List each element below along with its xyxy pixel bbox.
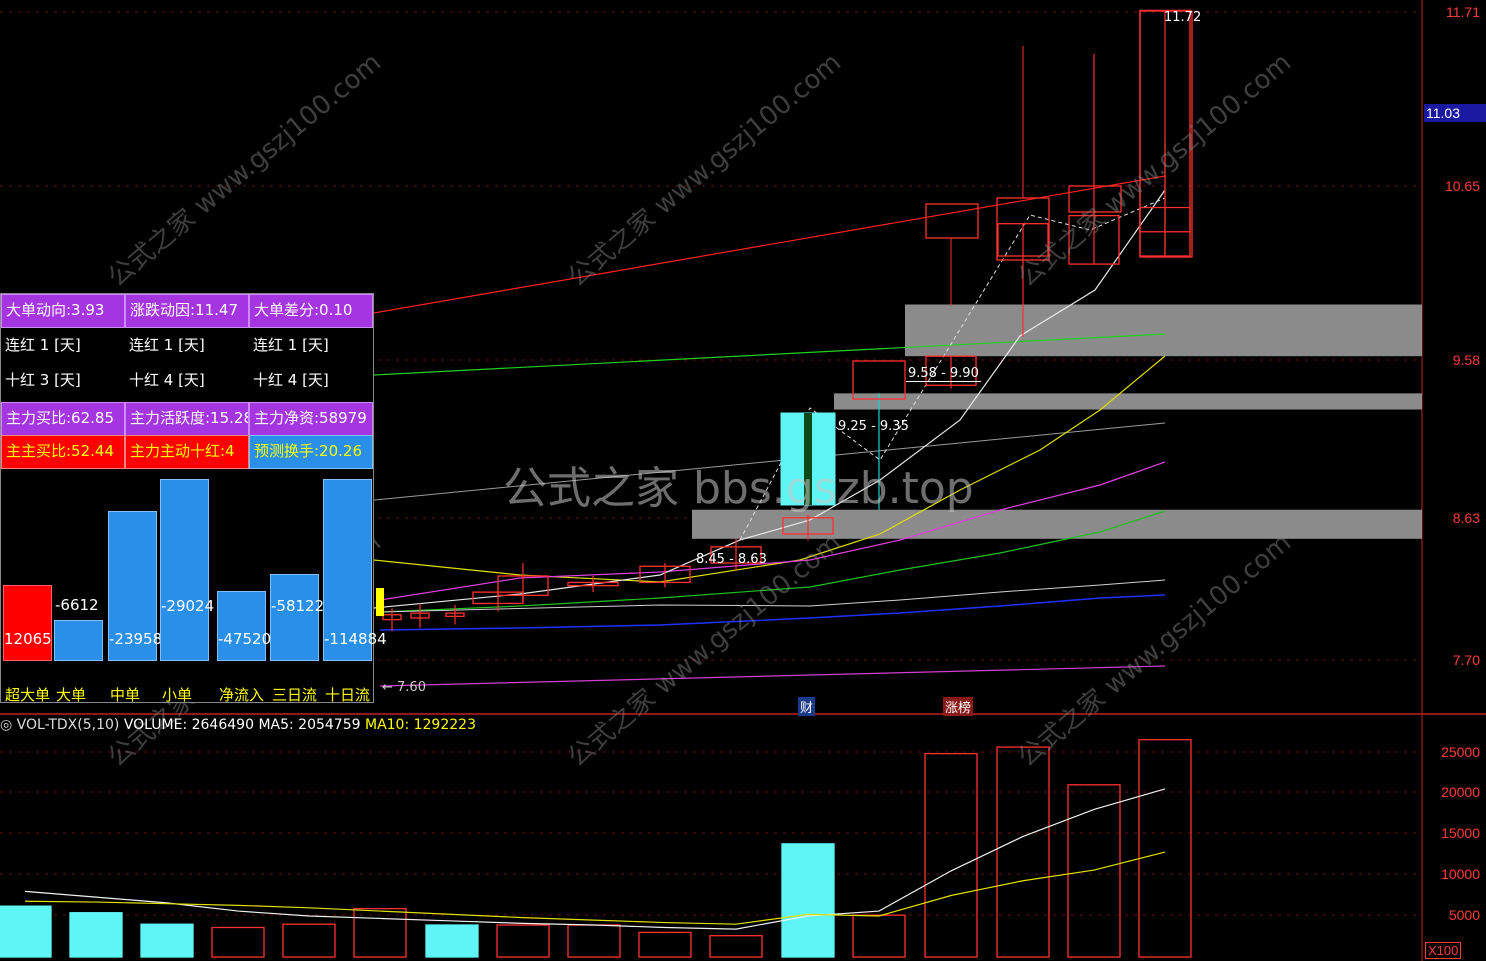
money-flow-value: -6612: [55, 596, 99, 614]
money-flow-value: -114884: [324, 630, 387, 648]
volume-unit: X100: [1425, 942, 1462, 959]
panel-cell: 主主买比:52.44: [1, 435, 125, 469]
price-tick: 8.63: [1452, 510, 1480, 526]
volume-ma10-line: [24, 851, 1166, 925]
volume-bar: [924, 752, 978, 958]
money-flow-value: 12065: [4, 630, 52, 648]
money-flow-label: 三日流: [272, 686, 318, 704]
volume-indicator-name[interactable]: VOL-TDX(5,10): [17, 717, 120, 733]
volume-tick: 5000: [1448, 907, 1480, 923]
panel-cell: 连红 1 [天]: [253, 336, 329, 354]
volume-bar: [1138, 739, 1192, 958]
money-flow-label: 大单: [56, 686, 87, 704]
money-flow-value: -23958: [109, 630, 163, 648]
panel-cell: 十红 4 [天]: [129, 371, 205, 389]
price-tick: 10.65: [1444, 178, 1480, 194]
panel-cell: 连红 1 [天]: [5, 336, 81, 354]
money-flow-bar: [3, 585, 52, 661]
panel-cell: 主力活跃度:15.28: [125, 402, 249, 436]
volume-bar: [996, 746, 1050, 958]
volume-bar: [567, 924, 621, 958]
money-flow-label: 中单: [110, 686, 141, 704]
candle-body: [925, 203, 979, 239]
volume-value: VOLUME: 2646490: [123, 717, 254, 733]
ma5-value: MA5: 2054759: [258, 717, 361, 733]
money-flow-label: 超大单: [5, 686, 51, 704]
candle-body: [852, 360, 906, 400]
event-marker-zhangbang[interactable]: 涨榜: [943, 697, 974, 716]
panel-cell: 十红 4 [天]: [253, 371, 329, 389]
low-price-label: ← 7.60: [382, 680, 426, 695]
zone-label: 9.25 - 9.35: [838, 419, 909, 434]
money-flow-value: -58122: [271, 597, 325, 615]
volume-bar: [709, 935, 763, 958]
money-flow-panel: 大单动向:3.93 涨跌动因:11.47 大单差分:0.10 连红 1 [天] …: [0, 293, 387, 704]
highlight-bar: [376, 588, 384, 616]
price-tick: 7.70: [1452, 652, 1480, 668]
volume-bar: [781, 843, 835, 958]
volume-bar: [1067, 784, 1121, 958]
volume-bar: [638, 931, 692, 958]
volume-tick: 15000: [1441, 825, 1480, 841]
current-price-tag: 11.03: [1424, 104, 1486, 122]
zone-label: 9.58 - 9.90: [906, 366, 981, 382]
volume-bar: [425, 924, 479, 958]
support-zone: [905, 304, 1422, 357]
volume-bar: [69, 912, 123, 958]
volume-bar: [353, 907, 407, 958]
price-tick: 9.58: [1452, 352, 1480, 368]
volume-bar: [282, 923, 336, 958]
volume-bar: [0, 905, 52, 958]
collapse-icon[interactable]: ◎: [0, 717, 12, 733]
panel-cell: 连红 1 [天]: [129, 336, 205, 354]
money-flow-label: 十日流: [325, 686, 371, 704]
money-flow-label: 净流入: [219, 686, 265, 704]
panel-cell: 大单差分:0.10: [249, 294, 373, 328]
money-flow-value: -47520: [218, 630, 272, 648]
money-flow-bar: [54, 620, 103, 661]
volume-indicator-header: ◎ VOL-TDX(5,10) VOLUME: 2646490 MA5: 205…: [0, 716, 476, 734]
money-flow-label: 小单: [162, 686, 193, 704]
panel-cell: 预测换手:20.26: [249, 435, 373, 469]
money-flow-value: -29024: [161, 597, 215, 615]
zone-label: 8.45 - 8.63: [696, 552, 767, 567]
volume-bar: [211, 926, 265, 958]
event-marker-cai[interactable]: 财: [798, 697, 816, 716]
volume-tick: 25000: [1441, 744, 1480, 760]
panel-cell: 主力主动十红:4: [125, 435, 249, 469]
volume-bar: [852, 914, 906, 958]
volume-bar: [496, 924, 550, 958]
price-tick: 11.71: [1446, 4, 1480, 20]
volume-ma5-line: [24, 788, 1166, 930]
high-price-label: 11.72: [1164, 10, 1202, 25]
volume-tick: 10000: [1441, 866, 1480, 882]
money-flow-bar: [217, 591, 266, 661]
ma10-value: MA10: 1292223: [364, 717, 476, 733]
trend-line: [379, 665, 1166, 687]
money-flow-bar: [270, 574, 319, 661]
volume-bar: [140, 923, 194, 958]
panel-cell: 主力净资:58979: [249, 402, 373, 436]
panel-cell: 大单动向:3.93: [1, 294, 125, 328]
watermark-center: 公式之家 bbs.gszb.top: [503, 463, 974, 514]
panel-cell: 十红 3 [天]: [5, 371, 81, 389]
money-flow-bar: [160, 479, 209, 661]
panel-cell: 涨跌动因:11.47: [125, 294, 249, 328]
support-zone: [834, 393, 1422, 410]
panel-cell: 主力买比:62.85: [1, 402, 125, 436]
volume-tick: 20000: [1441, 784, 1480, 800]
